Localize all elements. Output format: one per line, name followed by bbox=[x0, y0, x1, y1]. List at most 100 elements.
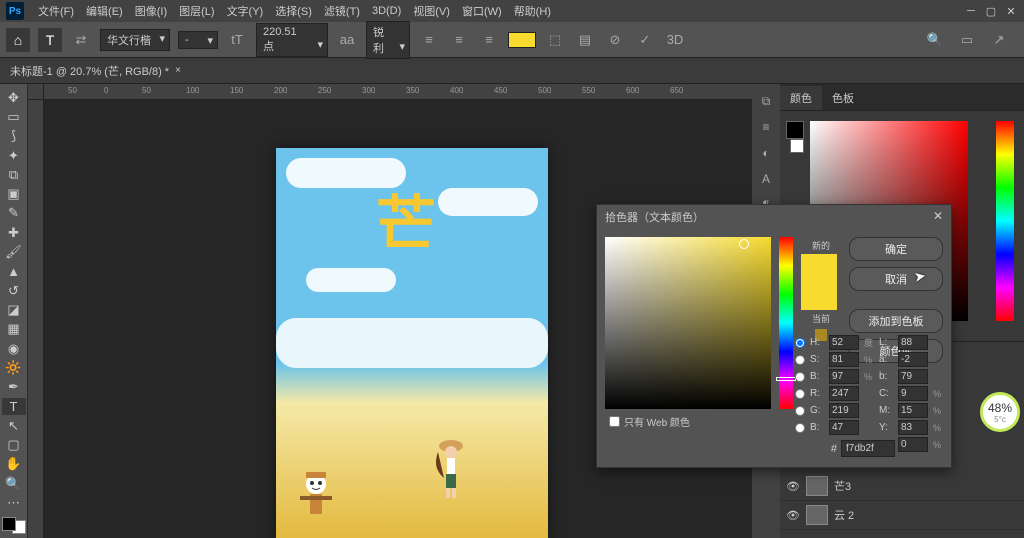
cancel-button[interactable]: 取消 bbox=[849, 267, 943, 291]
layer-name[interactable]: 芒3 bbox=[834, 478, 851, 494]
eyedropper-tool[interactable]: ✎ bbox=[2, 205, 26, 222]
shape-tool[interactable]: ▢ bbox=[2, 436, 26, 453]
menu-layer[interactable]: 图层(L) bbox=[173, 3, 220, 19]
input-bv[interactable] bbox=[829, 369, 859, 384]
pen-tool[interactable]: ✒ bbox=[2, 378, 26, 395]
radio-b[interactable] bbox=[795, 372, 805, 382]
maximize-button[interactable]: ▢ bbox=[984, 4, 998, 18]
font-size-dropdown[interactable]: 220.51 点 bbox=[256, 23, 328, 57]
radio-bl[interactable] bbox=[795, 423, 805, 433]
layer-thumbnail[interactable] bbox=[806, 505, 828, 525]
menu-3d[interactable]: 3D(D) bbox=[366, 5, 407, 17]
color-current-fg[interactable] bbox=[786, 121, 804, 139]
healing-tool[interactable]: ✚ bbox=[2, 224, 26, 241]
foreground-swatch[interactable] bbox=[2, 517, 16, 531]
font-family-dropdown[interactable]: 华文行楷 bbox=[100, 29, 170, 51]
blur-tool[interactable]: ◉ bbox=[2, 340, 26, 357]
font-style-dropdown[interactable]: - bbox=[178, 31, 218, 49]
history-brush-tool[interactable]: ↺ bbox=[2, 282, 26, 299]
radio-r[interactable] bbox=[795, 389, 805, 399]
layer-row[interactable]: 👁 云 2 bbox=[780, 501, 1024, 530]
input-a[interactable] bbox=[898, 352, 928, 367]
menu-image[interactable]: 图像(I) bbox=[129, 3, 173, 19]
preview-current-color[interactable] bbox=[801, 282, 837, 310]
input-l[interactable] bbox=[898, 335, 928, 350]
dialog-titlebar[interactable]: 拾色器（文本颜色） ✕ bbox=[597, 205, 951, 229]
web-only-checkbox-row[interactable]: 只有 Web 颜色 bbox=[609, 414, 690, 429]
layer-thumbnail[interactable] bbox=[806, 476, 828, 496]
hand-tool[interactable]: ✋ bbox=[2, 456, 26, 473]
ok-button[interactable]: 确定 bbox=[849, 237, 943, 261]
picker-sv-field[interactable] bbox=[605, 237, 771, 409]
picker-sv-marker[interactable] bbox=[739, 239, 749, 249]
gradient-tool[interactable]: ▦ bbox=[2, 321, 26, 338]
align-left-icon[interactable]: ≡ bbox=[418, 29, 440, 51]
menu-window[interactable]: 窗口(W) bbox=[456, 3, 508, 19]
preview-new-color[interactable] bbox=[801, 254, 837, 282]
text-color-swatch[interactable] bbox=[508, 32, 536, 48]
color-current-bg[interactable] bbox=[790, 139, 804, 153]
menu-file[interactable]: 文件(F) bbox=[32, 3, 80, 19]
threeD-button[interactable]: 3D bbox=[664, 29, 686, 51]
character-dock-icon[interactable]: A bbox=[755, 168, 777, 190]
web-only-checkbox[interactable] bbox=[609, 416, 620, 427]
hex-input[interactable] bbox=[841, 440, 895, 457]
warp-text-icon[interactable]: ⬚ bbox=[544, 29, 566, 51]
picker-hue-strip[interactable] bbox=[779, 237, 793, 409]
brush-tool[interactable]: 🖌 bbox=[2, 243, 26, 260]
input-lab-b[interactable] bbox=[898, 369, 928, 384]
tab-swatches[interactable]: 色板 bbox=[822, 86, 864, 110]
commit-icon[interactable]: ✓ bbox=[634, 29, 656, 51]
home-icon[interactable]: ⌂ bbox=[6, 28, 30, 52]
layer-row[interactable]: 👁 芒3 bbox=[780, 472, 1024, 501]
frame-tool[interactable]: ▣ bbox=[2, 185, 26, 202]
path-tool[interactable]: ↖ bbox=[2, 417, 26, 434]
input-r[interactable] bbox=[829, 386, 859, 401]
radio-s[interactable] bbox=[795, 355, 805, 365]
add-swatch-button[interactable]: 添加到色板 bbox=[849, 309, 943, 333]
crop-tool[interactable]: ⧉ bbox=[2, 166, 26, 183]
zoom-tool[interactable]: 🔍 bbox=[2, 475, 26, 492]
workspace-icon[interactable]: ▭ bbox=[956, 29, 978, 51]
character-panel-icon[interactable]: ▤ bbox=[574, 29, 596, 51]
marquee-tool[interactable]: ▭ bbox=[2, 108, 26, 125]
dodge-tool[interactable]: 🔆 bbox=[2, 359, 26, 376]
search-icon[interactable]: 🔍 bbox=[924, 29, 946, 51]
foreground-background-swatches[interactable] bbox=[2, 517, 26, 534]
menu-filter[interactable]: 滤镜(T) bbox=[318, 3, 366, 19]
layer-visibility-icon[interactable]: 👁 bbox=[786, 480, 800, 493]
edit-toolbar[interactable]: ⋯ bbox=[2, 494, 26, 511]
move-tool[interactable]: ✥ bbox=[2, 89, 26, 106]
input-g[interactable] bbox=[829, 403, 859, 418]
close-button[interactable]: ✕ bbox=[1004, 4, 1018, 18]
color-hue-strip[interactable] bbox=[996, 121, 1014, 321]
input-m[interactable] bbox=[898, 403, 928, 418]
history-panel-icon[interactable]: ⧉ bbox=[755, 90, 777, 112]
align-right-icon[interactable]: ≡ bbox=[478, 29, 500, 51]
wand-tool[interactable]: ✦ bbox=[2, 147, 26, 164]
input-k[interactable] bbox=[898, 437, 928, 452]
lasso-tool[interactable]: ⟆ bbox=[2, 128, 26, 145]
input-bl[interactable] bbox=[829, 420, 859, 435]
layer-visibility-icon[interactable]: 👁 bbox=[786, 509, 800, 522]
picker-hue-slider[interactable] bbox=[776, 377, 796, 381]
tab-color[interactable]: 颜色 bbox=[780, 86, 822, 110]
input-y[interactable] bbox=[898, 420, 928, 435]
menu-type[interactable]: 文字(Y) bbox=[221, 3, 270, 19]
align-center-icon[interactable]: ≡ bbox=[448, 29, 470, 51]
text-orientation-icon[interactable]: ⇄ bbox=[70, 29, 92, 51]
radio-g[interactable] bbox=[795, 406, 805, 416]
input-h[interactable] bbox=[829, 335, 859, 350]
share-icon[interactable]: ↗ bbox=[988, 29, 1010, 51]
antialias-dropdown[interactable]: 锐利 bbox=[366, 21, 410, 59]
radio-h[interactable] bbox=[795, 338, 805, 348]
menu-view[interactable]: 视图(V) bbox=[407, 3, 456, 19]
stamp-tool[interactable]: ▲ bbox=[2, 263, 26, 280]
canvas-document[interactable]: 芒 bbox=[276, 148, 548, 538]
adjustments-panel-icon[interactable]: ◐ bbox=[755, 142, 777, 164]
eraser-tool[interactable]: ◪ bbox=[2, 301, 26, 318]
menu-help[interactable]: 帮助(H) bbox=[508, 3, 557, 19]
document-tab[interactable]: 未标题-1 @ 20.7% (芒, RGB/8) * × bbox=[0, 59, 191, 83]
layer-name[interactable]: 云 2 bbox=[834, 507, 854, 523]
dialog-close-icon[interactable]: ✕ bbox=[933, 209, 943, 225]
